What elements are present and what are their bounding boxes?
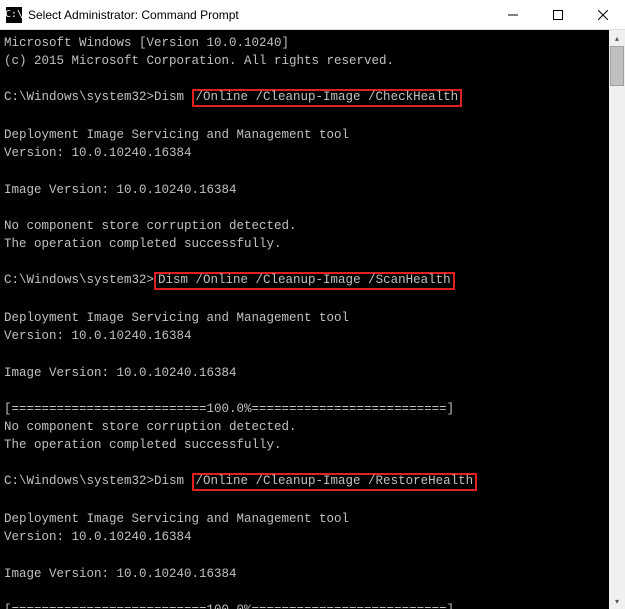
highlight-scanhealth: Dism /Online /Cleanup-Image /ScanHealth <box>154 272 455 290</box>
line-dism-ver-1: Version: 10.0.10240.16384 <box>4 146 192 160</box>
close-button[interactable] <box>580 0 625 29</box>
line-progress-2: [==========================100.0%=======… <box>4 603 454 609</box>
line-dism-ver-3: Version: 10.0.10240.16384 <box>4 530 192 544</box>
prompt-2-prefix: C:\Windows\system32> <box>4 273 154 287</box>
window-title: Select Administrator: Command Prompt <box>28 8 490 22</box>
command-prompt-window: C:\ Select Administrator: Command Prompt… <box>0 0 625 609</box>
scroll-down-arrow-icon[interactable]: ▾ <box>609 593 625 609</box>
line-no-corruption-2: No component store corruption detected. <box>4 420 297 434</box>
highlight-restorehealth: /Online /Cleanup-Image /RestoreHealth <box>192 473 478 491</box>
console-output[interactable]: Microsoft Windows [Version 10.0.10240] (… <box>0 30 609 609</box>
scrollbar-thumb[interactable] <box>610 46 624 86</box>
maximize-icon <box>553 10 563 20</box>
line-progress-1: [==========================100.0%=======… <box>4 402 454 416</box>
window-controls <box>490 0 625 29</box>
line-image-ver-2: Image Version: 10.0.10240.16384 <box>4 366 237 380</box>
line-op-success-1: The operation completed successfully. <box>4 237 282 251</box>
line-win-version: Microsoft Windows [Version 10.0.10240] <box>4 36 289 50</box>
line-dism-tool-1: Deployment Image Servicing and Managemen… <box>4 128 349 142</box>
titlebar[interactable]: C:\ Select Administrator: Command Prompt <box>0 0 625 30</box>
vertical-scrollbar[interactable]: ▴ ▾ <box>609 30 625 609</box>
cmd-icon-label: C:\ <box>5 9 23 20</box>
line-image-ver-1: Image Version: 10.0.10240.16384 <box>4 183 237 197</box>
line-dism-ver-2: Version: 10.0.10240.16384 <box>4 329 192 343</box>
close-icon <box>598 10 608 20</box>
line-dism-tool-3: Deployment Image Servicing and Managemen… <box>4 512 349 526</box>
prompt-3-prefix: C:\Windows\system32>Dism <box>4 474 192 488</box>
minimize-icon <box>508 10 518 20</box>
line-no-corruption-1: No component store corruption detected. <box>4 219 297 233</box>
scroll-up-arrow-icon[interactable]: ▴ <box>609 30 625 46</box>
highlight-checkhealth: /Online /Cleanup-Image /CheckHealth <box>192 89 463 107</box>
line-copyright: (c) 2015 Microsoft Corporation. All righ… <box>4 54 394 68</box>
prompt-1-prefix: C:\Windows\system32>Dism <box>4 90 192 104</box>
minimize-button[interactable] <box>490 0 535 29</box>
line-image-ver-3: Image Version: 10.0.10240.16384 <box>4 567 237 581</box>
maximize-button[interactable] <box>535 0 580 29</box>
line-dism-tool-2: Deployment Image Servicing and Managemen… <box>4 311 349 325</box>
console-area: Microsoft Windows [Version 10.0.10240] (… <box>0 30 625 609</box>
cmd-icon: C:\ <box>6 7 22 23</box>
line-op-success-2: The operation completed successfully. <box>4 438 282 452</box>
